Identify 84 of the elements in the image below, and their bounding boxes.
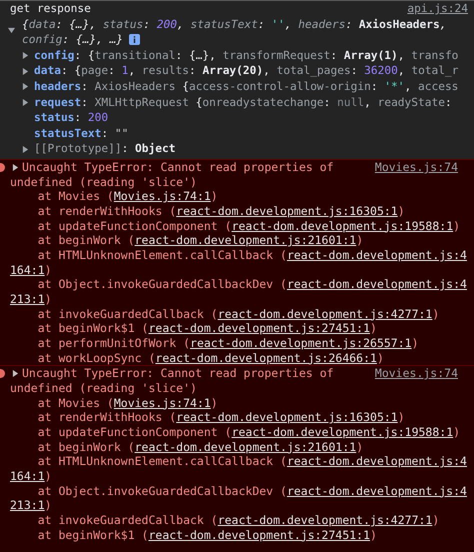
source-link[interactable]: Movies.js:74 <box>374 160 458 190</box>
error-message: Uncaught TypeError: Cannot read properties of <box>22 366 334 382</box>
property-row[interactable]: config: {transitional: {…}, transformRequest: Array(1), transfo <box>34 48 458 64</box>
closing-paren: ) <box>210 396 218 410</box>
expand-arrow-icon[interactable] <box>12 164 19 171</box>
stack-frame-text: at beginWork$1 ( <box>38 528 148 542</box>
stack-frame-link[interactable]: react-dom.development.js:4 <box>286 277 467 292</box>
property-row[interactable]: headers: AxiosHeaders {access-control-allow-origin: '*', access <box>34 78 458 95</box>
expand-arrow-icon[interactable] <box>22 98 29 106</box>
stack-frame-link[interactable]: react-dom.development.js:26466:1 <box>155 350 377 365</box>
stack-frame-text: at HTMLUnknownElement.callCallback ( <box>38 454 287 468</box>
property-row[interactable]: [[Prototype]]: Object <box>34 141 176 157</box>
closing-paren: ) <box>453 218 460 233</box>
stack-frame-link[interactable]: react-dom.development.js:16305:1 <box>176 204 398 218</box>
stack-frame-text: at beginWork ( <box>38 440 135 454</box>
stack-frame-link[interactable]: react-dom.development.js:4277:1 <box>218 306 432 321</box>
stack-frame-link[interactable]: 213:1 <box>10 498 45 512</box>
error-message: undefined (reading 'slice') <box>10 174 197 190</box>
property-row[interactable]: request: XMLHttpRequest {onreadystatechange: null, readyState: <box>34 94 452 110</box>
closing-paren: ) <box>412 336 419 350</box>
expand-arrow-icon[interactable] <box>12 370 19 378</box>
stack-frame-text: at invokeGuardedCallback ( <box>38 306 218 321</box>
stack-frame-link[interactable]: react-dom.development.js:16305:1 <box>176 410 398 424</box>
closing-paren: ) <box>44 498 52 512</box>
source-link[interactable]: Movies.js:74 <box>374 366 458 396</box>
stack-frame-link[interactable]: react-dom.development.js:21601:1 <box>134 233 356 248</box>
stack-frame-text: at Object.invokeGuardedCallbackDev ( <box>38 484 287 498</box>
object-preview[interactable]: {data: {…}, status: 200, statusText: '', headers: AxiosHeaders, <box>22 16 446 32</box>
property-row[interactable]: data: {page: 1, results: Array(20), total_pages: 36200, total_r <box>34 63 458 79</box>
stack-frame-link[interactable]: 164:1 <box>10 469 45 484</box>
expand-arrow-icon[interactable] <box>22 52 29 60</box>
closing-paren: ) <box>44 292 52 306</box>
stack-frame-link[interactable]: react-dom.development.js:26557:1 <box>190 336 412 350</box>
closing-paren: ) <box>398 204 405 218</box>
expand-arrow-icon[interactable] <box>22 68 29 75</box>
object-preview[interactable]: config: {…}, …} <box>22 32 124 48</box>
closing-paren: ) <box>44 262 52 277</box>
stack-frame-text: at Movies ( <box>38 396 114 410</box>
closing-paren: ) <box>432 513 440 528</box>
stack-frame-text: at renderWithHooks ( <box>38 410 176 424</box>
property-row[interactable]: statusText: "" <box>34 126 128 142</box>
closing-paren: ) <box>370 528 377 542</box>
stack-frame-text: at renderWithHooks ( <box>38 204 176 218</box>
source-link[interactable]: api.js:24 <box>407 1 468 17</box>
stack-frame-link[interactable]: Movies.js:74:1 <box>114 396 211 410</box>
stack-frame-text: at updateFunctionComponent ( <box>38 425 232 440</box>
closing-paren: ) <box>44 469 52 484</box>
stack-frame-link[interactable]: 213:1 <box>10 292 45 306</box>
closing-paren: ) <box>356 440 364 454</box>
stack-frame-link[interactable]: react-dom.development.js:19588:1 <box>232 218 454 233</box>
stack-frame-link[interactable]: 164:1 <box>10 262 45 277</box>
error-message: Uncaught TypeError: Cannot read properties of <box>22 160 334 175</box>
stack-frame-link[interactable]: react-dom.development.js:27451:1 <box>148 321 370 336</box>
closing-paren: ) <box>432 306 440 321</box>
expand-arrow-icon[interactable] <box>8 26 15 34</box>
stack-frame-text: at performUnitOfWork ( <box>38 336 190 350</box>
stack-frame-link[interactable]: Movies.js:74:1 <box>114 189 211 204</box>
stack-frame-link[interactable]: react-dom.development.js:4277:1 <box>218 513 432 528</box>
stack-frame-text: at Object.invokeGuardedCallbackDev ( <box>38 277 287 292</box>
error-message: undefined (reading 'slice') <box>10 381 197 396</box>
stack-frame-link[interactable]: react-dom.development.js:27451:1 <box>148 528 370 542</box>
stack-frame-text: at workLoopSync ( <box>38 350 156 365</box>
closing-paren: ) <box>453 425 460 440</box>
info-icon <box>129 34 140 46</box>
stack-frame-link[interactable]: react-dom.development.js:4 <box>286 484 467 498</box>
stack-frame-text: at invokeGuardedCallback ( <box>38 513 218 528</box>
closing-paren: ) <box>398 410 405 424</box>
stack-frame-link[interactable]: react-dom.development.js:4 <box>286 454 467 468</box>
expand-arrow-icon[interactable] <box>22 83 29 90</box>
stack-frame-link[interactable]: react-dom.development.js:21601:1 <box>134 440 356 454</box>
log-message: get response <box>10 1 91 17</box>
closing-paren: ) <box>370 321 377 336</box>
stack-frame-text: at Movies ( <box>38 189 114 204</box>
stack-frame-text: at HTMLUnknownElement.callCallback ( <box>38 248 287 262</box>
stack-frame-link[interactable]: react-dom.development.js:4 <box>286 248 467 262</box>
closing-paren: ) <box>376 350 384 365</box>
stack-frame-text: at beginWork$1 ( <box>38 321 148 336</box>
stack-frame-link[interactable]: react-dom.development.js:19588:1 <box>232 425 454 440</box>
stack-frame-text: at beginWork ( <box>38 233 135 248</box>
closing-paren: ) <box>210 189 218 204</box>
expand-arrow-icon[interactable] <box>22 146 29 153</box>
property-row[interactable]: status: 200 <box>34 110 108 126</box>
closing-paren: ) <box>356 233 364 248</box>
stack-frame-text: at updateFunctionComponent ( <box>38 218 232 233</box>
